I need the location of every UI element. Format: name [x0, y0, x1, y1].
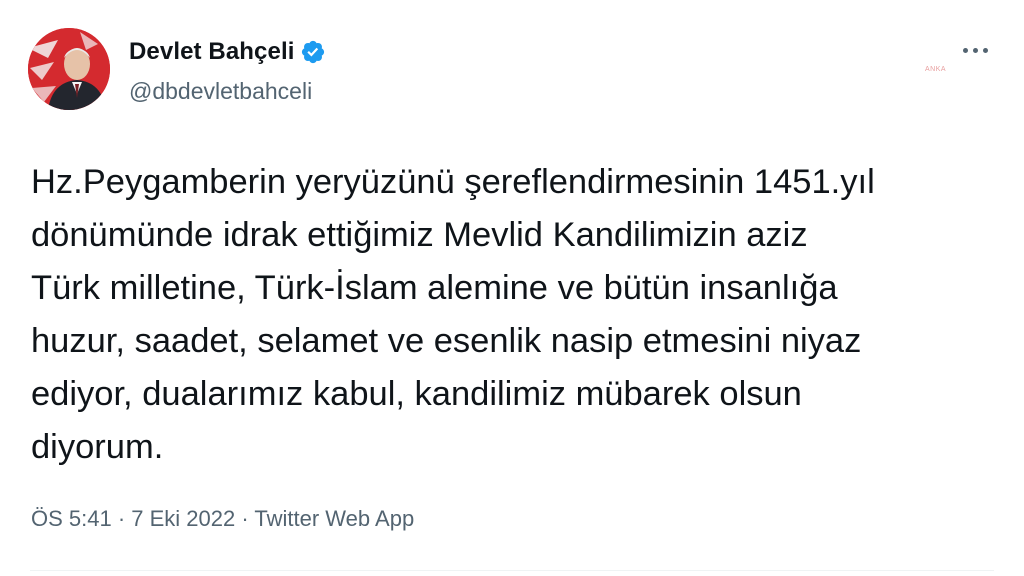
tweet-text-line: Türk milletine, Türk-İslam alemine ve bü…: [31, 269, 838, 307]
avatar-image: [28, 28, 110, 110]
author-handle[interactable]: @dbdevletbahceli: [129, 78, 312, 105]
author-display-name[interactable]: Devlet Bahçeli: [129, 38, 294, 66]
tweet-text-line: dönümünde idrak ettiğimiz Mevlid Kandili…: [31, 216, 808, 254]
author-display-name-row[interactable]: Devlet Bahçeli: [129, 38, 326, 66]
divider: [30, 570, 994, 571]
tweet-text: Hz.Peygamberin yeryüzünü şereflendirmesi…: [31, 156, 991, 474]
tweet-text-line: huzur, saadet, selamet ve esenlik nasip …: [31, 322, 862, 360]
verified-badge-icon: [300, 39, 326, 65]
tweet-card: Devlet Bahçeli @dbdevletbahceli ANKA Hz.…: [0, 0, 1024, 576]
tweet-text-line: ediyor, dualarımız kabul, kandilimiz müb…: [31, 375, 802, 413]
tweet-text-line: Hz.Peygamberin yeryüzünü şereflendirmesi…: [31, 163, 875, 201]
meta-separator: ·: [111, 506, 132, 531]
avatar[interactable]: [28, 28, 110, 110]
tweet-source[interactable]: Twitter Web App: [254, 506, 414, 531]
tweet-text-line: diyorum.: [31, 428, 164, 466]
tweet-date[interactable]: 7 Eki 2022: [131, 506, 235, 531]
more-dots-icon[interactable]: [960, 40, 992, 60]
meta-separator: ·: [235, 506, 255, 531]
tweet-metadata: ÖS 5:41 · 7 Eki 2022 · Twitter Web App: [31, 506, 414, 532]
tweet-time[interactable]: ÖS 5:41: [31, 506, 112, 531]
watermark: ANKA: [925, 66, 947, 73]
